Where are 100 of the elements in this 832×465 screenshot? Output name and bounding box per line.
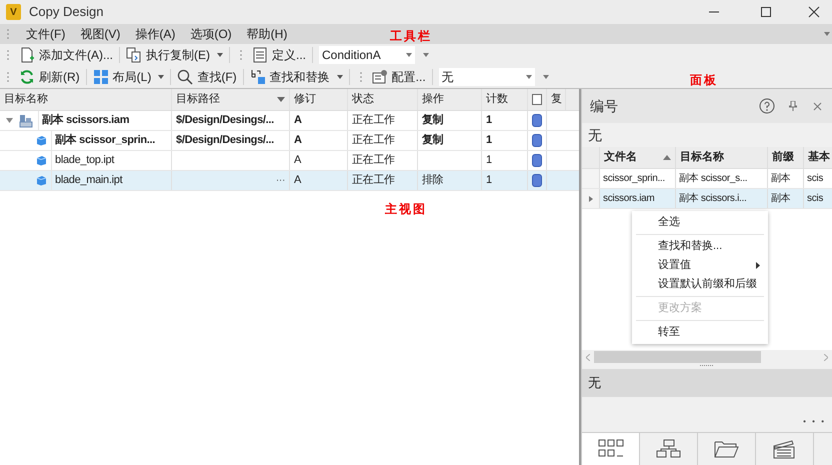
lower-value: 无 bbox=[582, 369, 832, 397]
table-cell-text: 正在工作 bbox=[352, 173, 395, 188]
annotation-label: 工具栏 bbox=[390, 28, 432, 45]
table-cell-text: scissors.iam bbox=[603, 192, 654, 206]
table-cell-text: A bbox=[294, 133, 302, 148]
menu-item[interactable]: 选项(O) bbox=[184, 25, 238, 43]
replace-icon bbox=[250, 69, 266, 85]
toolbar-button[interactable]: 执行复制(E) bbox=[123, 45, 226, 65]
sort-ascending-icon bbox=[663, 155, 671, 160]
menu-item[interactable]: 设置默认前缀和后缀 bbox=[632, 275, 768, 294]
table-cell-text: 排除 bbox=[422, 173, 444, 188]
window-title: Copy Design bbox=[29, 3, 104, 22]
toolbar-button[interactable]: 定义... bbox=[249, 45, 310, 65]
grip-icon bbox=[6, 71, 10, 83]
help-icon bbox=[759, 98, 775, 114]
close-icon bbox=[813, 102, 822, 110]
list-icon bbox=[252, 47, 268, 63]
menu-item[interactable]: 视图(V) bbox=[74, 25, 126, 43]
table-cell-text: 1 bbox=[486, 153, 492, 168]
splitter-grip-icon bbox=[700, 364, 714, 369]
caret-icon bbox=[158, 75, 164, 79]
grip-icon bbox=[6, 28, 10, 40]
maximize-icon bbox=[760, 6, 772, 18]
row-header[interactable] bbox=[582, 189, 600, 208]
toolbar-button[interactable]: 查找和替换 bbox=[246, 67, 346, 87]
table-cell-text: 正在工作 bbox=[352, 153, 395, 168]
table-cell-text: 1 bbox=[486, 173, 492, 188]
refresh-icon bbox=[19, 69, 35, 85]
caret-icon bbox=[406, 53, 412, 57]
caret-icon bbox=[217, 53, 223, 57]
scroll-left-icon bbox=[586, 354, 590, 360]
table-cell-text: 1 bbox=[486, 113, 492, 128]
table-cell-text: A bbox=[294, 113, 302, 128]
menu-item[interactable]: 查找和替换... bbox=[632, 237, 768, 256]
file-name: 副本 scissor_sprin... bbox=[51, 131, 171, 150]
checkbox[interactable] bbox=[532, 94, 542, 105]
combo-box[interactable]: ConditionA bbox=[319, 46, 416, 64]
search-icon bbox=[177, 69, 194, 85]
pin-icon bbox=[789, 101, 797, 111]
file-name: 副本 scissors.iam bbox=[38, 111, 171, 130]
tree-row[interactable]: 副本 scissor_sprin... $/Design/Desings/... A 正在工作 复制 1 bbox=[0, 131, 579, 151]
clapperboard-icon bbox=[772, 439, 798, 459]
column-header[interactable]: 目标路径 bbox=[172, 89, 290, 110]
grip-icon bbox=[239, 49, 243, 61]
column-header[interactable]: 目标名称 bbox=[0, 89, 172, 110]
file-name: blade_top.ipt bbox=[51, 151, 171, 170]
toolbar-button[interactable]: 刷新(R) bbox=[16, 67, 83, 87]
table-cell-text: scis bbox=[807, 172, 824, 186]
column-header[interactable]: 状态 bbox=[348, 89, 418, 110]
menu-item[interactable]: 帮助(H) bbox=[240, 25, 294, 43]
table-cell-text: 副本 scissor_s... bbox=[679, 172, 748, 186]
part-cube-icon bbox=[36, 155, 47, 166]
sort-caret-icon bbox=[277, 97, 285, 102]
column-header[interactable]: 目标名称 bbox=[676, 147, 768, 168]
toolbar-button[interactable]: 查找(F) bbox=[174, 67, 240, 87]
menu-item[interactable]: 设置值 bbox=[632, 256, 768, 275]
assembly-icon bbox=[18, 114, 34, 128]
part-cube-icon bbox=[36, 135, 47, 146]
row-pointer-icon bbox=[588, 196, 592, 202]
overflow-caret-icon bbox=[542, 75, 549, 79]
part-cube-icon bbox=[36, 175, 47, 186]
column-header[interactable]: 复 bbox=[547, 89, 566, 110]
table-cell-text: $/Design/Desings/... bbox=[176, 113, 274, 128]
column-header[interactable]: 文件名 bbox=[600, 147, 676, 168]
table-cell-text: 正在工作 bbox=[352, 133, 395, 148]
toolbar-button[interactable]: 布局(L) bbox=[90, 67, 168, 87]
menu-item[interactable]: 文件(F) bbox=[20, 25, 72, 43]
menu-item[interactable]: 操作(A) bbox=[129, 25, 182, 43]
toolbar-button[interactable]: 添加文件(A)... bbox=[16, 45, 116, 65]
column-header[interactable]: 计数 bbox=[482, 89, 528, 110]
column-header[interactable]: 前缀 bbox=[768, 147, 804, 168]
horizontal-scrollbar[interactable] bbox=[582, 350, 832, 364]
grid-row[interactable]: scissors.iam 副本 scissors.i... 副本 scis bbox=[582, 189, 832, 209]
menu-item[interactable]: 全选 bbox=[632, 213, 768, 232]
table-cell-text: scis bbox=[807, 192, 824, 206]
table-cell-text: 副本 bbox=[771, 172, 790, 186]
annotation-label: 面板 bbox=[690, 72, 718, 89]
config-icon bbox=[372, 69, 388, 85]
annotation-label: 主视图 bbox=[385, 201, 427, 218]
more-button[interactable]: • • • bbox=[803, 416, 826, 428]
tree-row[interactable]: blade_top.ipt A 正在工作 1 bbox=[0, 151, 579, 171]
column-header[interactable]: 基本 bbox=[804, 147, 832, 168]
caret-icon bbox=[336, 75, 343, 79]
table-cell-text: scissor_sprin... bbox=[603, 172, 665, 186]
grid-row[interactable]: scissor_sprin... 副本 scissor_s... 副本 scis bbox=[582, 169, 832, 189]
ellipsis-button[interactable]: ··· bbox=[276, 173, 285, 188]
panel-title: 编号 bbox=[590, 96, 618, 116]
column-header[interactable]: 操作 bbox=[418, 89, 482, 110]
table-cell-text: A bbox=[294, 153, 302, 168]
file-add-icon bbox=[19, 47, 35, 63]
menu-item[interactable]: 转至 bbox=[632, 323, 768, 342]
column-header[interactable]: 修订 bbox=[290, 89, 348, 110]
table-cell-text: 副本 scissors.i... bbox=[679, 192, 746, 206]
combo-box[interactable]: 无 bbox=[438, 68, 535, 86]
submenu-arrow-icon bbox=[756, 262, 760, 269]
table-cell-text: 复制 bbox=[422, 132, 444, 148]
panel-tab[interactable] bbox=[582, 433, 640, 465]
tree-row[interactable]: blade_main.ipt ··· A 正在工作 排除 1 bbox=[0, 171, 579, 191]
toolbar-button[interactable]: 配置... bbox=[368, 67, 429, 87]
tree-row[interactable]: 副本 scissors.iam $/Design/Desings/... A 正在工作 复制 1 bbox=[0, 111, 579, 131]
